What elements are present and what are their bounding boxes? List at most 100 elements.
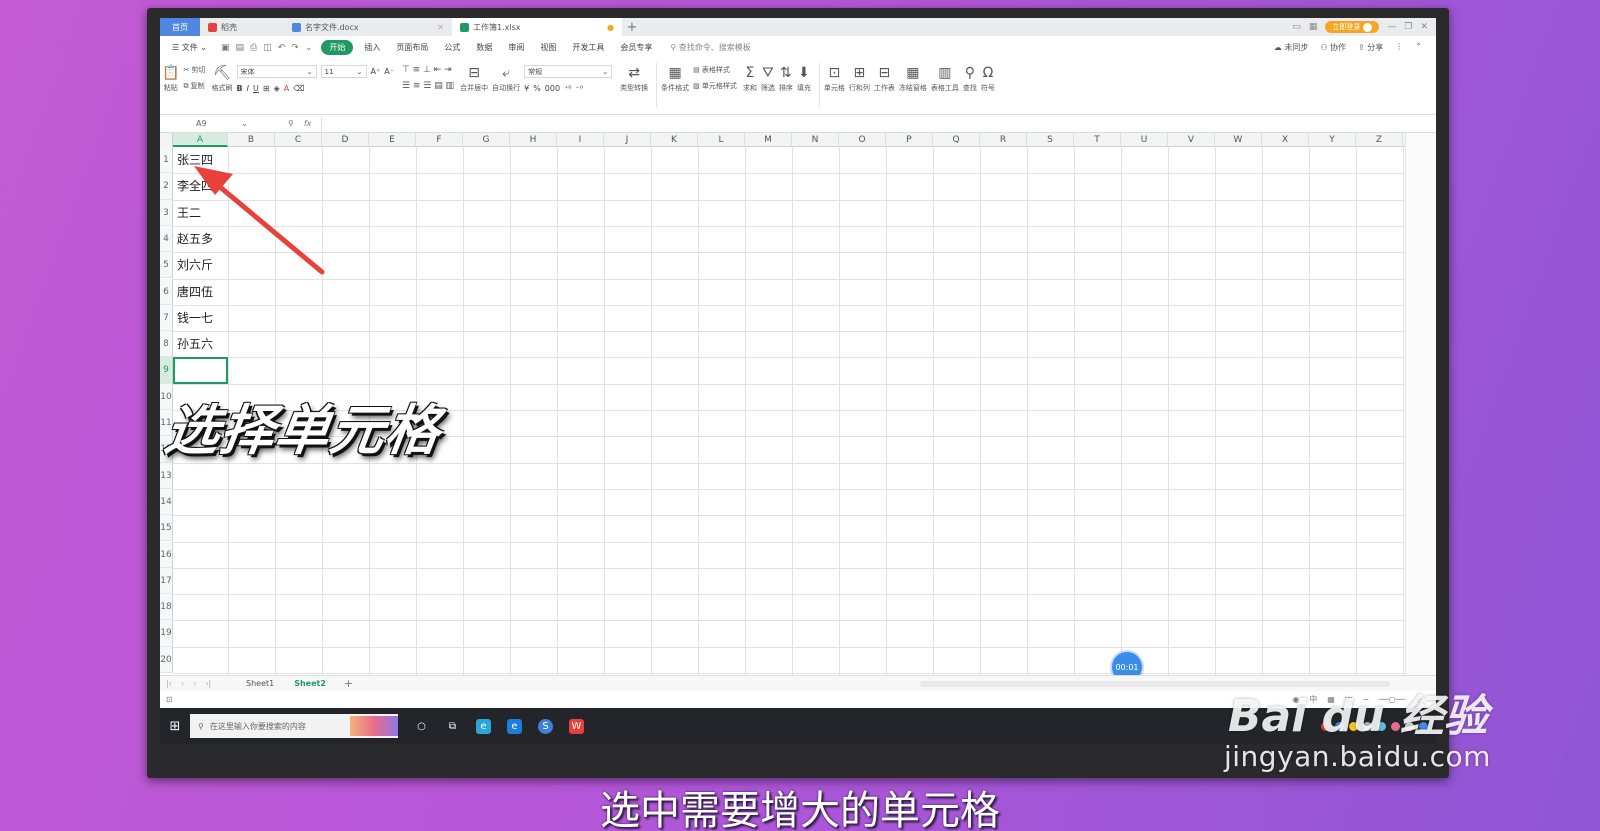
column-header-y[interactable]: Y xyxy=(1309,133,1356,147)
menu-review[interactable]: 审阅 xyxy=(500,42,532,53)
row-header-17[interactable]: 17 xyxy=(160,567,173,595)
clear-format-icon[interactable]: ⌫ xyxy=(293,84,304,93)
cell-style-button[interactable]: ▧ 单元格样式 xyxy=(693,81,737,91)
find-button[interactable]: ⚲ 查找 xyxy=(963,63,977,93)
menu-start[interactable]: 开始 xyxy=(321,40,354,55)
merge-center-button[interactable]: ⊟ 合并居中 xyxy=(460,63,488,93)
close-window-icon[interactable]: ✕ xyxy=(1420,22,1428,32)
cell-a7[interactable]: 钱一七 xyxy=(177,305,213,331)
thousands-icon[interactable]: 000 xyxy=(545,84,560,93)
export-icon[interactable]: ▤ xyxy=(235,43,244,53)
italic-icon[interactable]: I xyxy=(247,84,249,93)
column-header-g[interactable]: G xyxy=(463,133,510,147)
more-icon[interactable]: ⌄ xyxy=(305,43,313,53)
column-header-j[interactable]: J xyxy=(604,133,651,147)
vertical-scrollbar[interactable] xyxy=(1405,133,1436,675)
row-header-3[interactable]: 3 xyxy=(160,199,173,226)
add-sheet-button[interactable]: + xyxy=(336,677,361,690)
table-style-button[interactable]: ▤ 表格样式 xyxy=(693,65,737,75)
column-header-d[interactable]: D xyxy=(322,133,369,147)
minimize-icon[interactable]: — xyxy=(1387,22,1396,32)
menu-developer[interactable]: 开发工具 xyxy=(564,42,612,53)
type-convert-button[interactable]: ⇄ 类型转换 xyxy=(620,63,648,93)
increase-decimal-icon[interactable]: ⁺⁰ xyxy=(564,84,571,93)
preview-icon[interactable]: ◫ xyxy=(263,43,272,53)
sort-button[interactable]: ⇅ 排序 xyxy=(779,63,793,93)
cell-a6[interactable]: 唐四伍 xyxy=(177,279,213,305)
row-header-7[interactable]: 7 xyxy=(160,304,173,332)
row-header-4[interactable]: 4 xyxy=(160,225,173,253)
rowcol-button[interactable]: ⊞ 行和列 xyxy=(849,63,870,93)
underline-icon[interactable]: U xyxy=(253,84,259,93)
menu-view[interactable]: 视图 xyxy=(532,42,564,53)
app-icon[interactable]: S xyxy=(538,718,553,734)
row-header-14[interactable]: 14 xyxy=(160,488,173,516)
collapse-ribbon-icon[interactable]: ⌃ xyxy=(1415,42,1422,53)
sum-button[interactable]: Σ 求和 xyxy=(743,63,757,93)
undo-icon[interactable]: ↶ xyxy=(278,43,286,53)
taskbar-search[interactable]: ⚲ 在这里输入你要搜索的内容 xyxy=(190,714,398,738)
column-header-z[interactable]: Z xyxy=(1356,133,1403,147)
windows-start-icon[interactable]: ⊞ xyxy=(160,719,190,734)
column-header-a[interactable]: A xyxy=(173,133,228,147)
share-button[interactable]: ⇪ 分享 xyxy=(1358,42,1383,53)
edge-icon[interactable]: e xyxy=(507,718,522,734)
decrease-decimal-icon[interactable]: ⁻⁰ xyxy=(576,84,583,93)
row-header-16[interactable]: 16 xyxy=(160,541,173,568)
fx-icon[interactable]: fx xyxy=(304,119,312,128)
column-header-b[interactable]: B xyxy=(228,133,275,147)
file-menu[interactable]: ☰ 文件 ⌄ xyxy=(164,42,215,53)
selected-cell-a9[interactable] xyxy=(173,357,228,384)
cell-a2[interactable]: 李全四 xyxy=(177,173,213,199)
row-header-1[interactable]: 1 xyxy=(160,147,173,174)
column-header-t[interactable]: T xyxy=(1074,133,1121,147)
border-icon[interactable]: ⊞ xyxy=(263,84,270,93)
grow-font-icon[interactable]: A⁺ xyxy=(371,67,381,76)
cell-a4[interactable]: 赵五多 xyxy=(177,226,213,252)
tab-docer[interactable]: 稻壳 xyxy=(200,18,284,36)
next-sheet-icon[interactable]: › xyxy=(193,679,196,688)
percent-icon[interactable]: % xyxy=(533,84,541,93)
column-header-s[interactable]: S xyxy=(1027,133,1074,147)
bold-icon[interactable]: B xyxy=(237,84,243,93)
cell-a3[interactable]: 王二 xyxy=(177,200,201,226)
horizontal-align-icons[interactable]: ☰ ≡ ☰ ▤ ▥ xyxy=(402,81,454,91)
column-header-c[interactable]: C xyxy=(275,133,322,147)
column-header-l[interactable]: L xyxy=(698,133,745,147)
menu-page-layout[interactable]: 页面布局 xyxy=(388,42,436,53)
symbol-button[interactable]: Ω 符号 xyxy=(981,63,995,93)
column-header-u[interactable]: U xyxy=(1121,133,1168,147)
worksheet-button[interactable]: ⊟ 工作表 xyxy=(874,63,895,93)
row-header-6[interactable]: 6 xyxy=(160,278,173,305)
font-color-icon[interactable]: A xyxy=(284,84,289,93)
collab-button[interactable]: ⚇ 协作 xyxy=(1320,42,1346,53)
select-all-corner[interactable] xyxy=(160,133,173,147)
font-size-select[interactable]: 11 ⌄ xyxy=(320,65,367,78)
conditional-format-button[interactable]: ▦ 条件格式 xyxy=(661,63,689,93)
first-sheet-icon[interactable]: |‹ xyxy=(166,679,172,688)
freeze-panes-button[interactable]: ▦ 冻结窗格 xyxy=(899,63,927,93)
column-header-x[interactable]: X xyxy=(1262,133,1309,147)
currency-icon[interactable]: ¥ xyxy=(524,84,529,93)
login-button[interactable]: 立即登录 xyxy=(1325,21,1380,33)
column-header-f[interactable]: F xyxy=(416,133,463,147)
column-header-p[interactable]: P xyxy=(886,133,933,147)
row-header-13[interactable]: 13 xyxy=(160,462,173,489)
row-header-18[interactable]: 18 xyxy=(160,594,173,621)
shrink-font-icon[interactable]: A⁻ xyxy=(384,67,394,76)
filter-button[interactable]: ⛛ 筛选 xyxy=(761,63,775,93)
fill-color-icon[interactable]: ◈ xyxy=(274,84,280,93)
more-options-icon[interactable]: ⋮ xyxy=(1395,42,1403,53)
vertical-align-icons[interactable]: ⊤ ≡ ⊥ ⇤ ⇥ xyxy=(402,65,454,75)
row-header-5[interactable]: 5 xyxy=(160,252,173,279)
save-icon[interactable]: ▣ xyxy=(221,43,230,53)
layout-icon[interactable]: ▭ xyxy=(1292,22,1301,32)
row-header-15[interactable]: 15 xyxy=(160,515,173,542)
tab-sheet[interactable]: 工作簿1.xlsx ● xyxy=(452,18,622,36)
menu-data[interactable]: 数据 xyxy=(468,42,500,53)
column-header-w[interactable]: W xyxy=(1215,133,1262,147)
command-search[interactable]: ⚲ 查找命令、搜索模板 xyxy=(660,42,750,53)
column-header-n[interactable]: N xyxy=(792,133,839,147)
font-name-select[interactable]: 宋体 ⌄ xyxy=(236,65,317,78)
restore-icon[interactable]: ❐ xyxy=(1404,22,1412,32)
